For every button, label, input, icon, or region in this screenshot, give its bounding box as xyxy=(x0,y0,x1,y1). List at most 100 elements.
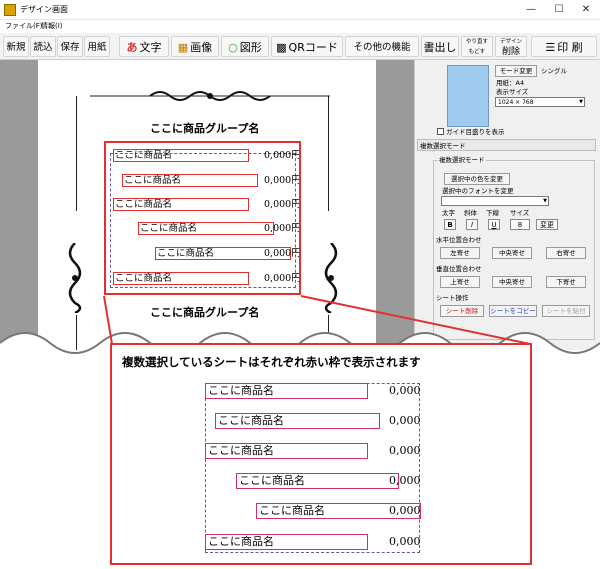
display-size-value: 1024 × 768 xyxy=(498,99,534,106)
qr-button[interactable]: ▩ QRコード xyxy=(271,36,343,57)
v-align-title: 垂直位置合わせ xyxy=(436,265,482,273)
menu-info[interactable]: 情報(I) xyxy=(41,21,63,31)
save-button[interactable]: 保存 xyxy=(57,36,83,57)
app-icon xyxy=(4,4,16,16)
image-button[interactable]: ▦ 画像 xyxy=(171,36,219,57)
sheet-copy-button[interactable]: シートをコピー xyxy=(489,305,537,317)
callout-price-1: 0,000 xyxy=(389,384,421,397)
menu-file[interactable]: ファイル(F) xyxy=(5,21,43,31)
align-right-button[interactable]: 右寄せ xyxy=(546,247,586,259)
guide-lines-label: ガイド目盛りを表示 xyxy=(446,128,505,136)
guide-lines-checkbox[interactable] xyxy=(437,128,444,135)
canvas-margin-left xyxy=(0,60,38,350)
properties-panel: モード変更 シングル 用紙：A4 表示サイズ 1024 × 768 ▼ ガイド目… xyxy=(414,60,600,350)
align-h-center-button[interactable]: 中央寄せ xyxy=(492,247,532,259)
shape-button[interactable]: ○ 図形 xyxy=(221,36,269,57)
paper-button[interactable]: 用紙 xyxy=(84,36,110,57)
callout-item-2: ここに商品名 xyxy=(215,413,380,429)
print-button-label: 印 刷 xyxy=(557,41,583,54)
underline-button[interactable]: U xyxy=(488,219,500,230)
circle-icon: ○ xyxy=(228,41,238,54)
close-button[interactable]: ✕ xyxy=(572,2,600,18)
design-delete-button[interactable]: デザイン 削除 xyxy=(495,36,527,57)
multi-select-group: 複数選択モード 選択中の色を変更 選択中のフォントを変更 ▼ 太字 斜体 下線 … xyxy=(433,156,595,340)
text-button[interactable]: あ文字 xyxy=(119,36,169,57)
zoom-callout: 複数選択しているシートはそれぞれ赤い枠で表示されます ここに商品名 0,000 … xyxy=(110,343,532,565)
shape-button-label: 図形 xyxy=(239,41,262,54)
ornament-right-icon xyxy=(324,243,338,313)
sheet-delete-button[interactable]: シート削除 xyxy=(440,305,484,317)
h-align-title: 水平位置合わせ xyxy=(436,236,482,244)
underline-label: 下線 xyxy=(486,209,499,217)
load-button[interactable]: 読込 xyxy=(30,36,56,57)
callout-price-3: 0,000 xyxy=(389,444,421,457)
italic-label: 斜体 xyxy=(464,209,477,217)
multi-select-group-title: 複数選択モード xyxy=(438,156,486,164)
align-top-button[interactable]: 上寄せ xyxy=(440,276,480,288)
bold-button[interactable]: B xyxy=(444,219,456,230)
design-canvas[interactable]: ここに商品グループ名 ここに商品名 0,000円 ここに商品名 0,000円 こ… xyxy=(0,60,414,350)
window-title: デザイン画面 xyxy=(20,5,68,14)
callout-item-4: ここに商品名 xyxy=(236,473,399,489)
paper-preview xyxy=(447,65,489,127)
chevron-down-icon: ▼ xyxy=(579,99,583,105)
display-size-label: 表示サイズ xyxy=(496,88,529,96)
font-label: 選択中のフォントを変更 xyxy=(442,187,514,195)
image-button-label: 画像 xyxy=(190,41,213,54)
delete-label: 削除 xyxy=(501,47,520,57)
export-button[interactable]: 書出し xyxy=(421,36,459,57)
paper-size-label: 用紙：A4 xyxy=(496,79,525,87)
menu-bar: ファイル(F) 情報(I) xyxy=(0,20,600,33)
callout-caption: 複数選択しているシートはそれぞれ赤い枠で表示されます xyxy=(122,355,421,369)
redo-label: やり直す xyxy=(465,39,488,45)
size-label: サイズ xyxy=(510,209,530,217)
sheet-ops-title: シート操作 xyxy=(436,294,469,302)
canvas-margin-right xyxy=(376,60,414,350)
change-color-button[interactable]: 選択中の色を変更 xyxy=(444,173,510,185)
qr-button-label: QRコード xyxy=(288,41,338,54)
image-icon: ▦ xyxy=(177,41,189,54)
callout-item-6: ここに商品名 xyxy=(205,534,368,550)
print-button[interactable]: ☰ 印 刷 xyxy=(531,36,597,57)
toolbar: 新規 読込 保存 用紙 あ文字 ▦ 画像 ○ 図形 ▩ QRコード その他の機能 書出… xyxy=(0,33,600,60)
callout-item-3: ここに商品名 xyxy=(205,443,368,459)
mode-change-button[interactable]: モード変更 xyxy=(495,65,537,77)
new-button[interactable]: 新規 xyxy=(3,36,29,57)
callout-price-6: 0,000 xyxy=(389,535,421,548)
text-button-label: 文字 xyxy=(139,41,162,54)
size-change-button[interactable]: 変更 xyxy=(536,219,558,230)
size-input[interactable]: 8 xyxy=(510,219,530,230)
font-style-row: B I U 8 変更 xyxy=(444,219,564,231)
group-title-top[interactable]: ここに商品グループ名 xyxy=(150,120,259,136)
align-bottom-button[interactable]: 下寄せ xyxy=(546,276,586,288)
callout-item-1: ここに商品名 xyxy=(205,383,368,399)
design-label: デザイン xyxy=(499,39,522,45)
italic-button[interactable]: I xyxy=(466,219,478,230)
printer-icon: ☰ xyxy=(545,41,556,54)
display-size-select[interactable]: 1024 × 768 ▼ xyxy=(495,97,585,107)
align-left-button[interactable]: 左寄せ xyxy=(440,247,480,259)
title-bar: デザイン画面 — ☐ ✕ xyxy=(0,0,600,20)
minimize-button[interactable]: — xyxy=(517,2,545,18)
mode-title: 複数選択モード xyxy=(417,139,596,151)
other-functions-button[interactable]: その他の機能 xyxy=(345,36,419,57)
chevron-down-icon: ▼ xyxy=(543,198,547,204)
maximize-button[interactable]: ☐ xyxy=(545,2,573,18)
text-icon: あ xyxy=(126,41,138,54)
sheet-paste-button[interactable]: シートを貼付 xyxy=(542,305,590,317)
callout-price-5: 0,000 xyxy=(389,504,421,517)
bold-label: 太字 xyxy=(442,209,455,217)
redo-undo-button[interactable]: やり直す もどす xyxy=(461,36,493,57)
ornament-top-icon xyxy=(90,91,330,101)
align-v-center-button[interactable]: 中央寄せ xyxy=(492,276,532,288)
single-mode-label: シングル xyxy=(541,67,567,75)
qr-icon: ▩ xyxy=(276,41,287,54)
callout-selection-outline xyxy=(205,383,420,553)
font-select[interactable]: ▼ xyxy=(441,196,549,206)
undo-label: もどす xyxy=(468,49,486,55)
zoom-highlight-box xyxy=(104,141,301,295)
callout-price-4: 0,000 xyxy=(389,474,421,487)
ornament-left-icon xyxy=(68,243,82,313)
frame-line-left xyxy=(76,96,77,211)
frame-line-right xyxy=(328,96,329,211)
